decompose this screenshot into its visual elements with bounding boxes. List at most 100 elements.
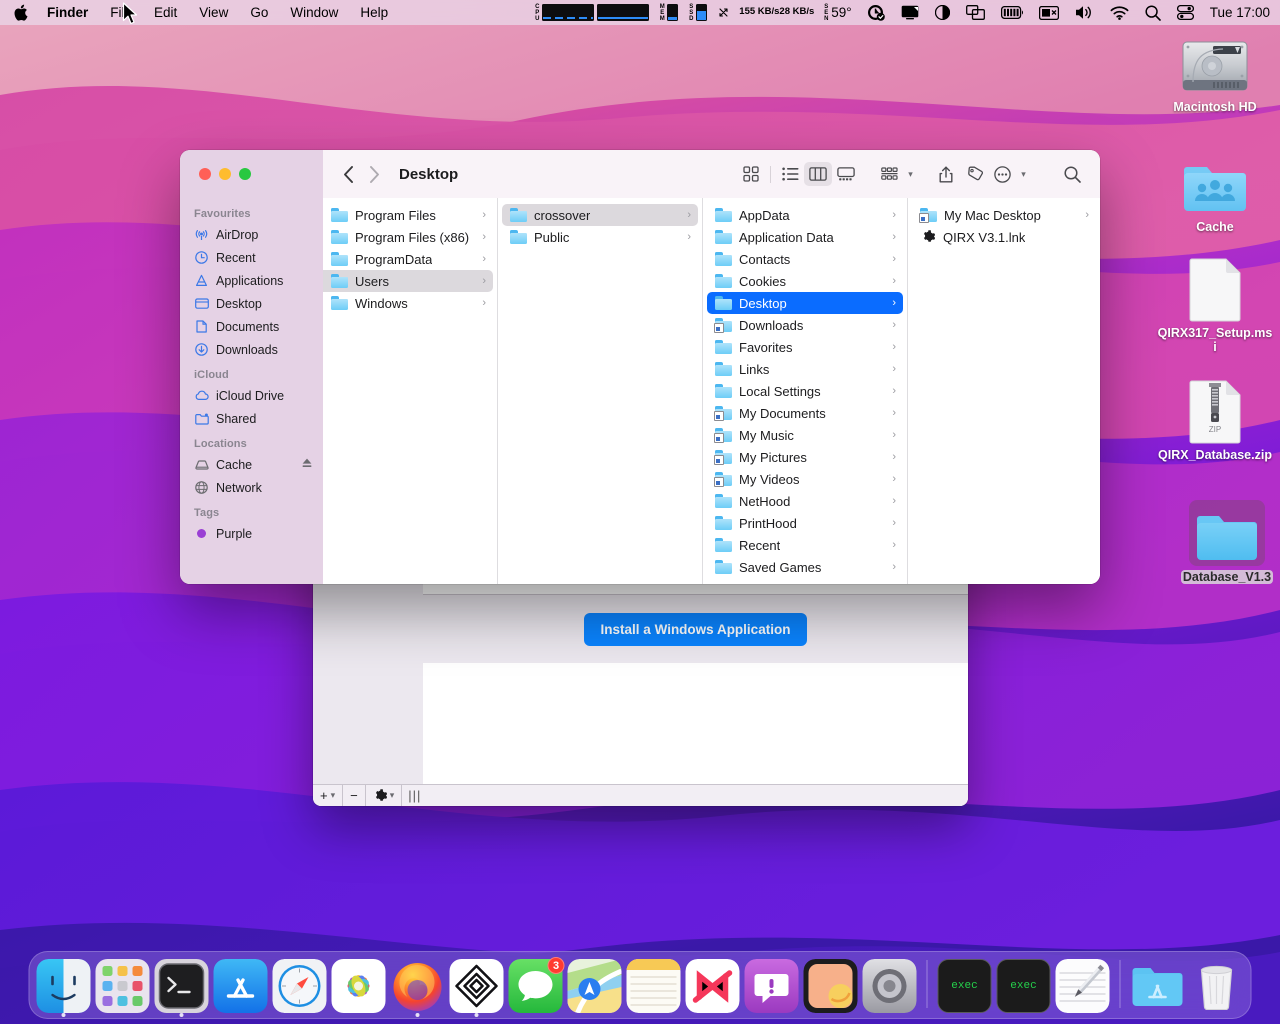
column-item[interactable]: My Documents ›	[707, 402, 903, 424]
sidebar-item-downloads[interactable]: Downloads	[180, 338, 323, 361]
desktop-icon-cache[interactable]: Cache	[1155, 150, 1275, 234]
icon-view-button[interactable]	[737, 162, 765, 186]
dock-item-app-store[interactable]	[213, 959, 268, 1013]
column-users[interactable]: crossover › Public ›	[498, 198, 703, 584]
bottle-settings-button[interactable]: ▾	[366, 785, 403, 806]
dock-item-trash[interactable]	[1190, 959, 1244, 1013]
forward-button[interactable]	[361, 161, 387, 187]
dock-item-applications-folder[interactable]	[1131, 959, 1185, 1013]
search-icon[interactable]	[1137, 0, 1169, 25]
search-button[interactable]	[1058, 162, 1086, 186]
column-item[interactable]: My Mac Desktop ›	[912, 204, 1096, 226]
column-item[interactable]: PrintHood ›	[707, 512, 903, 534]
dock-item-finder[interactable]	[36, 959, 91, 1017]
dock-item-firefox[interactable]	[391, 959, 445, 1017]
column-item[interactable]: Public ›	[502, 226, 698, 248]
finder-sidebar[interactable]: Favourites AirDrop Recent Applications D…	[180, 198, 323, 584]
minimize-button[interactable]	[219, 168, 231, 180]
column-item[interactable]: AppData ›	[707, 204, 903, 226]
ssd-monitor[interactable]: SSD	[688, 4, 708, 22]
cpu-monitor[interactable]: CPU	[534, 4, 650, 22]
share-button[interactable]	[932, 162, 960, 186]
column-item[interactable]: Links ›	[707, 358, 903, 380]
column-item[interactable]: My Music ›	[707, 424, 903, 446]
back-button[interactable]	[335, 161, 361, 187]
network-speed[interactable]: 155 KB/s 28 KB/s	[739, 7, 814, 18]
column-item[interactable]: My Videos ›	[707, 468, 903, 490]
wifi-icon[interactable]	[1102, 0, 1137, 25]
column-crossover-home[interactable]: AppData › Application Data › Contacts › …	[703, 198, 908, 584]
apple-logo-icon[interactable]	[12, 4, 39, 21]
desktop-icon-database-v13[interactable]: Database_V1.3	[1167, 500, 1280, 584]
column-view-button[interactable]	[804, 162, 832, 186]
dock-item-terminal[interactable]	[154, 959, 209, 1017]
column-item[interactable]: Saved Games ›	[707, 556, 903, 578]
menu-item-help[interactable]: Help	[349, 0, 399, 25]
zoom-button[interactable]	[239, 168, 251, 180]
dock-item-feedback-assistant[interactable]	[744, 959, 799, 1013]
column-item-selected[interactable]: Desktop ›	[707, 292, 903, 314]
install-windows-application-button[interactable]: Install a Windows Application	[583, 612, 808, 646]
desktop-icon-qirx-database-zip[interactable]: ZIP QIRX_Database.zip	[1155, 378, 1275, 462]
sidebar-item-applications[interactable]: Applications	[180, 269, 323, 292]
dock-item-photos[interactable]	[331, 959, 386, 1013]
menu-item-edit[interactable]: Edit	[143, 0, 188, 25]
dock-item-system-settings[interactable]	[862, 959, 917, 1013]
column-item[interactable]: Windows ›	[323, 292, 493, 314]
chevron-down-icon[interactable]: ▾	[903, 162, 917, 186]
resize-grip-icon[interactable]: |||	[402, 785, 427, 806]
column-item[interactable]: Program Files (x86) ›	[323, 226, 493, 248]
more-actions-button[interactable]	[988, 162, 1016, 186]
display-icon[interactable]	[893, 0, 927, 25]
menu-item-go[interactable]: Go	[239, 0, 279, 25]
column-item[interactable]: Downloads ›	[707, 314, 903, 336]
eject-button[interactable]	[301, 457, 313, 472]
control-center-icon[interactable]	[1169, 0, 1202, 25]
close-button[interactable]	[199, 168, 211, 180]
sidebar-item-airdrop[interactable]: AirDrop	[180, 223, 323, 246]
dock-item-exec-1[interactable]: exec	[937, 959, 992, 1013]
dock-item-news[interactable]	[685, 959, 740, 1013]
menu-item-view[interactable]: View	[188, 0, 239, 25]
sidebar-item-shared[interactable]: Shared	[180, 407, 323, 430]
dock-item-launchpad[interactable]	[95, 959, 150, 1013]
column-drive-root[interactable]: Program Files › Program Files (x86) › Pr…	[323, 198, 498, 584]
network-arrows-icon[interactable]	[712, 0, 735, 25]
sidebar-item-recent[interactable]: Recent	[180, 246, 323, 269]
column-item-selected[interactable]: crossover ›	[502, 204, 698, 226]
group-by-button[interactable]	[875, 162, 903, 186]
column-item[interactable]: ProgramData ›	[323, 248, 493, 270]
sensor-monitor[interactable]: SEN 59°	[823, 4, 854, 22]
memory-monitor[interactable]: MEM	[659, 4, 679, 22]
list-view-button[interactable]	[776, 162, 804, 186]
column-item[interactable]: Local Settings ›	[707, 380, 903, 402]
menu-bar-clock[interactable]: Tue 17:00	[1202, 5, 1270, 20]
finder-window[interactable]: Desktop ▾ ▾ Favourites AirDrop Recent Ap…	[180, 150, 1100, 584]
add-bottle-button[interactable]: + ▾	[313, 785, 344, 806]
remove-bottle-button[interactable]: −	[343, 785, 366, 806]
sidebar-item-documents[interactable]: Documents	[180, 315, 323, 338]
chevron-down-icon[interactable]: ▾	[1016, 162, 1030, 186]
column-item[interactable]: QIRX V3.1.lnk	[912, 226, 1096, 248]
sidebar-item-desktop[interactable]: Desktop	[180, 292, 323, 315]
sidebar-item-tag-purple[interactable]: Purple	[180, 522, 323, 545]
contrast-icon[interactable]	[927, 0, 958, 25]
dock-item-freeform[interactable]	[803, 959, 858, 1013]
column-item[interactable]: NetHood ›	[707, 490, 903, 512]
timemachine-icon[interactable]	[860, 0, 893, 25]
column-item[interactable]: My Pictures ›	[707, 446, 903, 468]
menu-item-finder[interactable]: Finder	[39, 0, 99, 25]
desktop-icon-qirx-setup[interactable]: QIRX317_Setup.msi	[1155, 256, 1275, 354]
column-item-selected[interactable]: Users ›	[323, 270, 493, 292]
tag-button[interactable]	[960, 162, 988, 186]
column-item[interactable]: Contacts ›	[707, 248, 903, 270]
column-item[interactable]: Recent ›	[707, 534, 903, 556]
sidebar-item-cache[interactable]: Cache	[180, 453, 323, 476]
dock-item-notes[interactable]	[626, 959, 681, 1013]
dock-item-textedit[interactable]	[1055, 959, 1110, 1013]
column-desktop[interactable]: My Mac Desktop › QIRX V3.1.lnk	[908, 198, 1100, 584]
dock-item-messages[interactable]: 3	[508, 957, 565, 1013]
menu-item-window[interactable]: Window	[279, 0, 349, 25]
column-item[interactable]: Favorites ›	[707, 336, 903, 358]
column-item[interactable]: Application Data ›	[707, 226, 903, 248]
